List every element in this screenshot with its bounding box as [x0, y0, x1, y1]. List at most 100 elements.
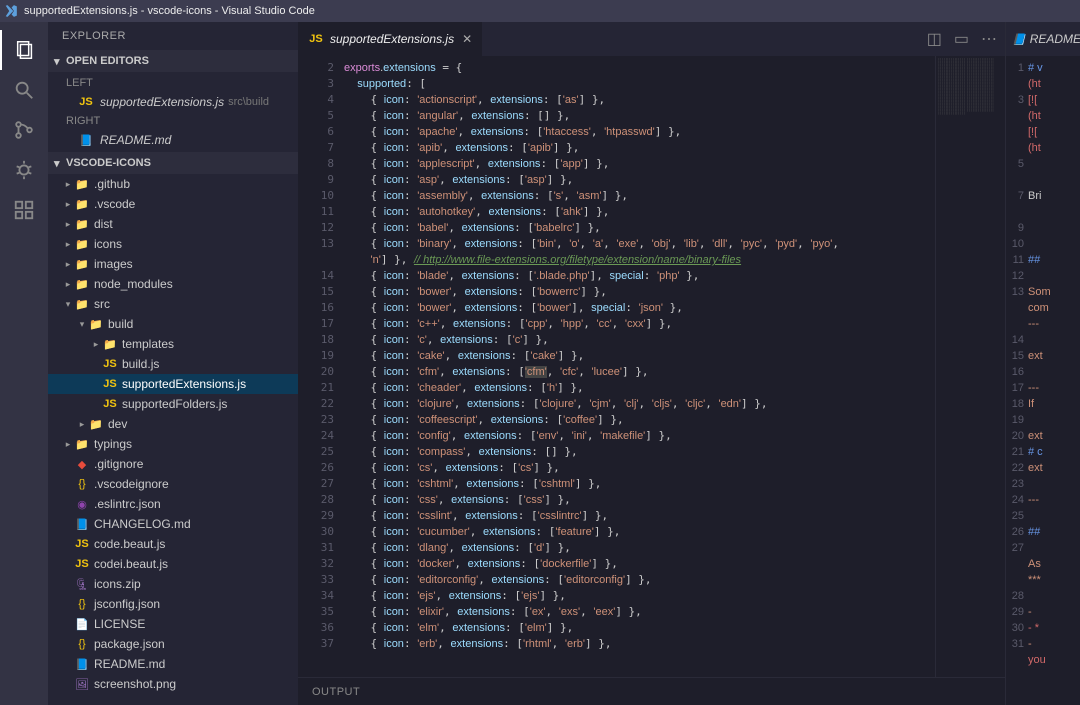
- tree-item-license[interactable]: 📄LICENSE: [48, 614, 298, 634]
- folder-icon: 📁: [88, 418, 104, 431]
- folder-icon: 📁: [74, 258, 90, 271]
- tab-bar: JS supportedExtensions.js ✕ ◫ ▭ ⋯: [298, 22, 1005, 56]
- chevron-icon: ▾: [62, 299, 74, 310]
- tree-item--eslintrc-json[interactable]: ◉.eslintrc.json: [48, 494, 298, 514]
- json-icon: {}: [74, 638, 90, 650]
- tree-item-icons[interactable]: ▸📁icons: [48, 234, 298, 254]
- md-icon: 📘: [78, 134, 94, 147]
- js-icon: JS: [74, 558, 90, 570]
- chevron-icon: ▸: [62, 199, 74, 210]
- tab-readme[interactable]: README.: [1030, 32, 1080, 46]
- folder-icon: 📁: [74, 298, 90, 311]
- vscode-logo-icon: [4, 4, 18, 18]
- editor-content[interactable]: exports.extensions = { supported: [ { ic…: [344, 56, 935, 677]
- chevron-icon: ▸: [62, 179, 74, 190]
- tree-item-code-beaut-js[interactable]: JScode.beaut.js: [48, 534, 298, 554]
- tab-actions: ◫ ▭ ⋯: [927, 22, 1005, 56]
- activity-search[interactable]: [0, 70, 48, 110]
- editor-group-right: 📘 README. 135791011121314151617181920212…: [1005, 22, 1080, 705]
- js-icon: JS: [102, 378, 118, 390]
- tree-item-images[interactable]: ▸📁images: [48, 254, 298, 274]
- chevron-icon: ▸: [90, 339, 102, 350]
- js-icon: JS: [102, 398, 118, 410]
- activity-extensions[interactable]: [0, 190, 48, 230]
- tree-item-build[interactable]: ▾📁build: [48, 314, 298, 334]
- folder-blue-icon: 📁: [74, 198, 90, 211]
- title-bar: supportedExtensions.js - vscode-icons - …: [0, 0, 1080, 22]
- tab-supported-extensions[interactable]: JS supportedExtensions.js ✕: [298, 22, 482, 56]
- activity-debug[interactable]: [0, 150, 48, 190]
- tree-item--github[interactable]: ▸📁.github: [48, 174, 298, 194]
- tree-item-package-json[interactable]: {}package.json: [48, 634, 298, 654]
- tree-item-typings[interactable]: ▸📁typings: [48, 434, 298, 454]
- json-icon: {}: [74, 598, 90, 610]
- img-icon: 🖼: [74, 678, 90, 691]
- tree-item-supportedextensions-js[interactable]: JSsupportedExtensions.js: [48, 374, 298, 394]
- folder-icon: 📁: [74, 278, 90, 291]
- folder-icon: 📁: [102, 338, 118, 351]
- js-icon: JS: [74, 538, 90, 550]
- minimap[interactable]: ||||||||||||||| ||||||||||||||| ||||||||…: [935, 56, 1005, 677]
- activity-git[interactable]: [0, 110, 48, 150]
- folder-icon: 📁: [88, 318, 104, 331]
- md-icon: 📘: [74, 658, 90, 671]
- window-title: supportedExtensions.js - vscode-icons - …: [24, 5, 315, 17]
- chevron-icon: ▸: [62, 239, 74, 250]
- tree-item--gitignore[interactable]: ◆.gitignore: [48, 454, 298, 474]
- tree-item-screenshot-png[interactable]: 🖼screenshot.png: [48, 674, 298, 694]
- chevron-icon: ▾: [76, 319, 88, 330]
- chevron-icon: ▸: [62, 439, 74, 450]
- sidebar-title: EXPLORER: [48, 22, 298, 50]
- chevron-icon: ▸: [62, 219, 74, 230]
- chevron-icon: ▸: [62, 279, 74, 290]
- json-icon: {}: [74, 478, 90, 490]
- chevron-icon: ▸: [62, 259, 74, 270]
- more-icon[interactable]: ⋯: [981, 29, 997, 49]
- project-header[interactable]: ▾VSCODE-ICONS: [48, 152, 298, 174]
- tree-item-jsconfig-json[interactable]: {}jsconfig.json: [48, 594, 298, 614]
- tree-item-dist[interactable]: ▸📁dist: [48, 214, 298, 234]
- close-icon[interactable]: ✕: [462, 32, 472, 46]
- open-editors-header[interactable]: ▾OPEN EDITORS: [48, 50, 298, 72]
- md-icon: 📘: [1012, 33, 1026, 46]
- panel-output[interactable]: OUTPUT: [298, 677, 1005, 705]
- js-icon: JS: [78, 96, 94, 108]
- js-icon: JS: [308, 33, 324, 45]
- open-editor-item[interactable]: 📘README.md: [48, 130, 298, 150]
- layout-icon[interactable]: ▭: [954, 29, 969, 49]
- tree-item-templates[interactable]: ▸📁templates: [48, 334, 298, 354]
- editor-group-left: JS supportedExtensions.js ✕ ◫ ▭ ⋯ 234567…: [298, 22, 1005, 705]
- open-editor-item[interactable]: JSsupportedExtensions.jssrc\build: [48, 92, 298, 112]
- tree-item--vscode[interactable]: ▸📁.vscode: [48, 194, 298, 214]
- eslint-icon: ◉: [74, 498, 90, 511]
- open-editors-group: LEFT: [48, 74, 298, 92]
- md-icon: 📘: [74, 518, 90, 531]
- folder-icon: 📁: [74, 238, 90, 251]
- git-icon: ◆: [74, 458, 90, 471]
- line-gutter: 2345678910111213141516171819202122232425…: [298, 56, 344, 677]
- tree-item-readme-md[interactable]: 📘README.md: [48, 654, 298, 674]
- js-icon: JS: [102, 358, 118, 370]
- tree-item-src[interactable]: ▾📁src: [48, 294, 298, 314]
- activity-bar: [0, 22, 48, 705]
- zip-icon: 🗜: [74, 578, 90, 591]
- tree-item-build-js[interactable]: JSbuild.js: [48, 354, 298, 374]
- chevron-icon: ▸: [76, 419, 88, 430]
- tree-item-node_modules[interactable]: ▸📁node_modules: [48, 274, 298, 294]
- tree-item-codei-beaut-js[interactable]: JScodei.beaut.js: [48, 554, 298, 574]
- line-gutter-right: 1357910111213141516171819202122232425262…: [1006, 60, 1028, 705]
- tree-item-supportedfolders-js[interactable]: JSsupportedFolders.js: [48, 394, 298, 414]
- open-editors-group: RIGHT: [48, 112, 298, 130]
- editor-content-right[interactable]: # v (ht [![ (ht [![ (ht Bri ## Som com -…: [1028, 60, 1080, 705]
- tab-title: supportedExtensions.js: [330, 32, 454, 46]
- lic-icon: 📄: [74, 618, 90, 631]
- folder-blue-icon: 📁: [74, 438, 90, 451]
- folder-icon: 📁: [74, 218, 90, 231]
- tree-item-icons-zip[interactable]: 🗜icons.zip: [48, 574, 298, 594]
- tree-item-dev[interactable]: ▸📁dev: [48, 414, 298, 434]
- tree-item-changelog-md[interactable]: 📘CHANGELOG.md: [48, 514, 298, 534]
- activity-explorer[interactable]: [0, 30, 48, 70]
- tree-item--vscodeignore[interactable]: {}.vscodeignore: [48, 474, 298, 494]
- split-editor-icon[interactable]: ◫: [927, 29, 942, 49]
- tab-bar-right: 📘 README.: [1006, 22, 1080, 56]
